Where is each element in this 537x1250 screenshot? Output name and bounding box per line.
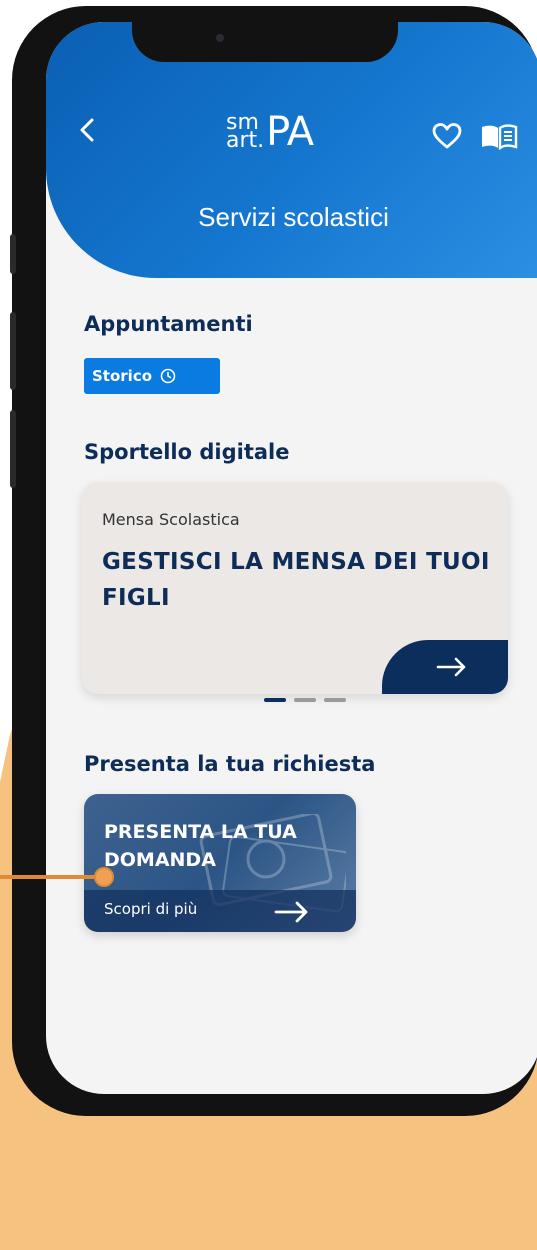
phone-side-button (10, 234, 16, 274)
section-title-appuntamenti: Appuntamenti (84, 312, 253, 336)
clock-icon (160, 368, 176, 384)
request-arrow-button[interactable] (234, 890, 356, 932)
callout-line (0, 875, 104, 879)
carousel-pager (264, 698, 346, 702)
callout-dot (94, 867, 114, 887)
card-arrow-button[interactable] (382, 640, 508, 694)
card-subtitle: Mensa Scolastica (102, 510, 240, 529)
book-icon[interactable] (480, 124, 518, 151)
page-title: Servizi scolastici (198, 202, 389, 232)
pager-dot-3[interactable] (324, 698, 346, 702)
pager-dot-1[interactable] (264, 698, 286, 702)
request-title-line2: DOMANDA (104, 849, 216, 871)
phone-volume-up (10, 312, 16, 390)
phone-notch (132, 6, 398, 62)
storico-label: Storico (92, 367, 153, 385)
app-screen: sm art. PA Servizi scolastici Appuntamen… (46, 22, 537, 1094)
chevron-left-icon[interactable] (76, 116, 100, 144)
request-card-title: PRESENTA LA TUA DOMANDA (104, 818, 297, 874)
heart-icon[interactable] (432, 122, 462, 150)
logo-art-text: art. (226, 128, 265, 153)
logo-pa-text: PA (266, 109, 314, 155)
section-title-sportello: Sportello digitale (84, 440, 290, 464)
service-card-mensa[interactable]: Mensa Scolastica GESTISCI LA MENSA DEI T… (82, 482, 508, 694)
request-title-line1: PRESENTA LA TUA (104, 821, 297, 843)
section-title-richiesta: Presenta la tua richiesta (84, 752, 376, 776)
request-card[interactable]: PRESENTA LA TUA DOMANDA Scopri di più (84, 794, 356, 932)
phone-frame: sm art. PA Servizi scolastici Appuntamen… (12, 6, 537, 1116)
card-title: GESTISCI LA MENSA DEI TUOI FIGLI (102, 549, 490, 611)
smartpa-logo: sm art. PA (226, 106, 362, 158)
arrow-right-icon (436, 657, 466, 677)
pager-dot-2[interactable] (294, 698, 316, 702)
storico-button[interactable]: Storico (84, 358, 220, 394)
arrow-right-icon (274, 901, 308, 923)
scopri-link[interactable]: Scopri di più (104, 900, 197, 918)
phone-volume-down (10, 410, 16, 488)
